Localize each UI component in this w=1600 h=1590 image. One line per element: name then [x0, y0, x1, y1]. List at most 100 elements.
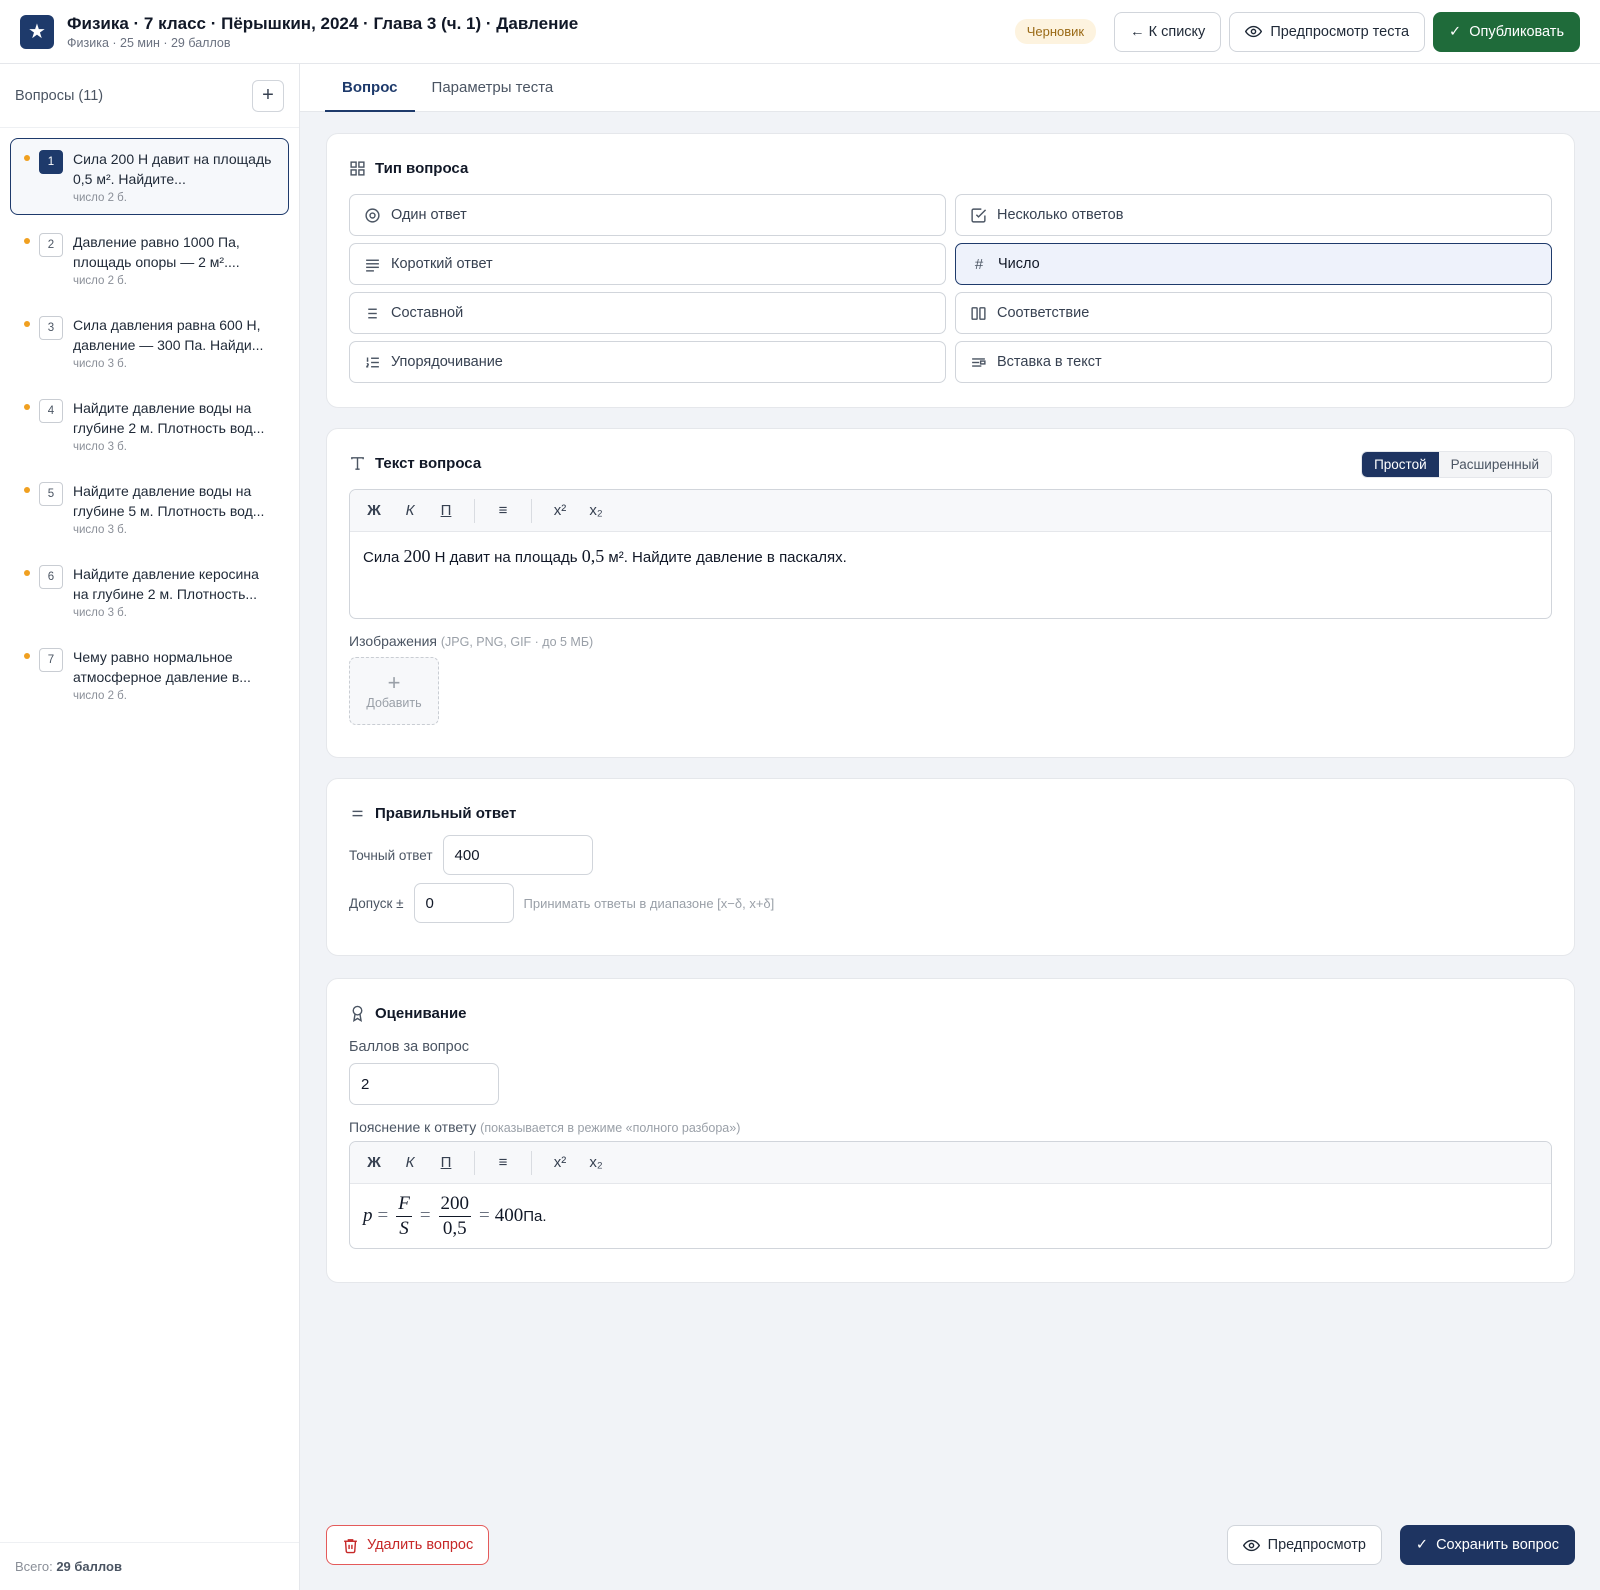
save-question-button[interactable]: ✓ Сохранить вопрос	[1399, 1525, 1575, 1565]
text-type-icon	[351, 456, 364, 470]
area-value: 0,5	[581, 546, 605, 566]
question-preview: Чему равно нормальное атмосферное давлен…	[73, 649, 251, 685]
type-option-label: Вставка в текст	[997, 354, 1102, 370]
area-symbol: S	[399, 1217, 409, 1239]
underline-button[interactable]: П	[430, 1149, 462, 1177]
type-option-compound[interactable]: Составной	[349, 292, 946, 334]
question-meta: число 3 б.	[73, 607, 127, 619]
editor-mode-toggle: Простой Расширенный	[1361, 451, 1552, 478]
questions-count: Вопросы (11)	[15, 87, 104, 104]
question-preview: Найдите давление воды на глубине 5 м. Пл…	[73, 483, 265, 519]
back-to-list-button[interactable]: ← К списку	[1114, 11, 1222, 52]
question-text-card: Текст вопроса Простой Расширенный Ж К П …	[326, 428, 1575, 758]
add-question-button[interactable]: +	[252, 79, 284, 112]
delete-question-button[interactable]: Удалить вопрос	[326, 1525, 490, 1565]
publish-label: Опубликовать	[1469, 23, 1564, 40]
explanation-editor: Ж К П ≡ x² x₂ p = FS = 200 0,5 = 400 Па.	[349, 1141, 1552, 1249]
superscript-button[interactable]: x²	[544, 1149, 576, 1177]
check-icon: ✓	[1415, 1537, 1429, 1553]
question-item-1[interactable]: 1 Сила 200 Н давит на площадь 0,5 м². На…	[10, 138, 289, 215]
images-label: Изображения	[349, 633, 437, 649]
points-input[interactable]: 2	[349, 1063, 499, 1105]
questions-sidebar: Вопросы (11) + 1 Сила 200 Н давит на пло…	[0, 64, 300, 1590]
underline-button[interactable]: П	[430, 497, 462, 525]
type-option-multiple[interactable]: Несколько ответов	[955, 194, 1552, 236]
delete-label: Удалить вопрос	[367, 1537, 474, 1553]
type-option-fill-in[interactable]: Вставка в текст	[955, 341, 1552, 383]
mode-advanced-button[interactable]: Расширенный	[1438, 452, 1551, 477]
question-number: 3	[39, 316, 63, 340]
toolbar-divider	[474, 1150, 475, 1175]
superscript-button[interactable]: x²	[544, 497, 576, 525]
unsaved-dot-icon	[24, 321, 30, 327]
question-item-3[interactable]: 3 Сила давления равна 600 Н, давление — …	[10, 304, 289, 381]
preview-test-label: Предпросмотр теста	[1270, 23, 1410, 40]
explanation-input[interactable]: p = FS = 200 0,5 = 400 Па.	[350, 1184, 1551, 1248]
list-button[interactable]: ≡	[487, 497, 519, 525]
question-number: 2	[39, 233, 63, 257]
explanation-hint: (показывается в режиме «полного разбора»…	[480, 1121, 741, 1135]
italic-button[interactable]: К	[394, 1149, 426, 1177]
bold-button[interactable]: Ж	[358, 1149, 390, 1177]
sidebar-header: Вопросы (11) +	[0, 64, 299, 128]
type-option-ordering[interactable]: Упорядочивание	[349, 341, 946, 383]
italic-button[interactable]: К	[394, 497, 426, 525]
editor-toolbar: Ж К П ≡ x² x₂	[350, 1142, 1551, 1184]
grading-card: Оценивание Баллов за вопрос 2 Пояснение …	[326, 978, 1575, 1283]
status-badge: Черновик	[1014, 19, 1097, 44]
trash-icon	[344, 1538, 357, 1553]
question-number: 6	[39, 565, 63, 589]
question-text-part: Н давит на площадь	[430, 549, 582, 566]
question-type-title: Тип вопроса	[349, 156, 1552, 180]
question-number: 1	[39, 150, 63, 174]
correct-answer-title: Правильный ответ	[349, 801, 1552, 825]
plus-icon: +	[387, 669, 401, 695]
award-icon	[352, 1005, 363, 1022]
points-label: Баллов за вопрос	[349, 1039, 470, 1055]
grading-label: Оценивание	[375, 1004, 467, 1022]
question-item-7[interactable]: 7 Чему равно нормальное атмосферное давл…	[10, 636, 289, 713]
fraction-f-s: FS	[396, 1192, 412, 1241]
question-type-options: Один ответ Несколько ответов Короткий от…	[349, 194, 1552, 383]
tab-test-settings[interactable]: Параметры теста	[415, 64, 571, 112]
exact-answer-label: Точный ответ	[349, 847, 433, 863]
question-item-6[interactable]: 6 Найдите давление керосина на глубине 2…	[10, 553, 289, 630]
preview-button[interactable]: Предпросмотр	[1226, 1525, 1382, 1565]
type-option-matching[interactable]: Соответствие	[955, 292, 1552, 334]
unsaved-dot-icon	[24, 404, 30, 410]
add-image-dropzone[interactable]: + Добавить	[349, 657, 439, 725]
bold-button[interactable]: Ж	[358, 497, 390, 525]
test-title: Физика · 7 класс · Пёрышкин, 2024 · Глав…	[67, 13, 579, 33]
tab-question[interactable]: Вопрос	[325, 64, 415, 112]
type-option-single[interactable]: Один ответ	[349, 194, 946, 236]
ordered-list-icon	[366, 357, 379, 367]
equals-sign: =	[377, 1205, 389, 1226]
subscript-button[interactable]: x₂	[580, 1149, 612, 1177]
question-item-5[interactable]: 5 Найдите давление воды на глубине 5 м. …	[10, 470, 289, 547]
tolerance-input[interactable]: 0	[413, 883, 514, 923]
result-unit: Па.	[523, 1207, 547, 1225]
type-option-number[interactable]: # Число	[955, 243, 1552, 285]
publish-button[interactable]: ✓ Опубликовать	[1433, 11, 1580, 52]
test-subtitle: Физика · 25 мин · 29 баллов	[67, 35, 231, 50]
list-button[interactable]: ≡	[487, 1149, 519, 1177]
exact-answer-input[interactable]: 400	[442, 835, 593, 875]
question-item-4[interactable]: 4 Найдите давление воды на глубине 2 м. …	[10, 387, 289, 464]
add-image-label: Добавить	[366, 695, 422, 710]
question-type-card: Тип вопроса Один ответ Несколько ответов…	[326, 133, 1575, 408]
question-meta: число 3 б.	[73, 441, 127, 453]
grid-icon	[350, 160, 365, 176]
mode-simple-button[interactable]: Простой	[1362, 452, 1439, 477]
type-option-label: Соответствие	[997, 305, 1090, 321]
preview-test-button[interactable]: Предпросмотр теста	[1229, 11, 1426, 52]
pressure-symbol: p	[363, 1205, 373, 1226]
subscript-button[interactable]: x₂	[580, 497, 612, 525]
question-item-2[interactable]: 2 Давление равно 1000 Па, площадь опоры …	[10, 221, 289, 298]
type-option-short[interactable]: Короткий ответ	[349, 243, 946, 285]
question-text-input[interactable]: Сила 200 Н давит на площадь 0,5 м². Найд…	[350, 532, 1551, 618]
type-option-label: Один ответ	[391, 207, 467, 223]
equals-icon	[352, 810, 363, 816]
numerator-value: 200	[438, 1192, 472, 1217]
type-option-label: Короткий ответ	[391, 256, 493, 272]
question-number: 5	[39, 482, 63, 506]
